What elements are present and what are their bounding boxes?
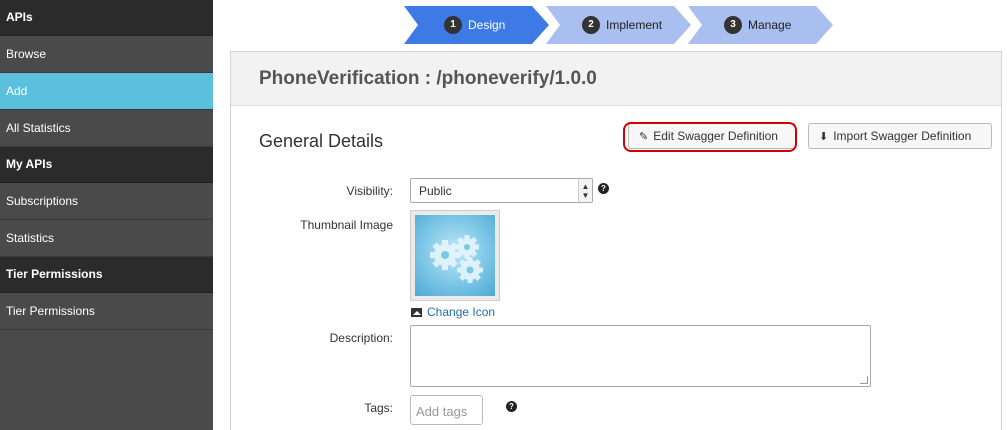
visibility-value: Public — [419, 184, 452, 198]
description-textarea[interactable] — [410, 325, 871, 387]
resize-grip-icon[interactable] — [860, 376, 868, 384]
section-title: General Details — [259, 131, 384, 151]
panel-header: PhoneVerification : /phoneverify/1.0.0 — [231, 52, 1001, 106]
change-icon-link[interactable]: Change Icon — [411, 305, 495, 319]
tags-help-icon[interactable]: ? — [506, 401, 517, 412]
sidebar-item-add[interactable]: Add — [0, 73, 213, 110]
step-design-number: 1 — [444, 16, 462, 34]
main-content: 1 Design 2 Implement 3 Manage PhoneVerif… — [213, 0, 1007, 430]
import-swagger-button[interactable]: ⬇ Import Swagger Definition — [808, 123, 992, 149]
api-panel: PhoneVerification : /phoneverify/1.0.0 G… — [230, 51, 1002, 430]
change-icon-label: Change Icon — [427, 305, 496, 319]
sidebar-heading-apis: APIs — [0, 0, 213, 36]
sidebar-item-browse[interactable]: Browse — [0, 36, 213, 73]
sidebar-item-subscriptions[interactable]: Subscriptions — [0, 183, 213, 220]
wizard-steps: 1 Design 2 Implement 3 Manage — [404, 6, 834, 44]
download-icon: ⬇ — [819, 130, 829, 143]
gears-icon — [415, 215, 495, 296]
step-implement-number: 2 — [582, 16, 600, 34]
sidebar-item-tier-permissions[interactable]: Tier Permissions — [0, 293, 213, 330]
step-manage[interactable]: 3 Manage — [688, 6, 833, 44]
visibility-help-icon[interactable]: ? — [598, 183, 609, 194]
page-title: PhoneVerification : /phoneverify/1.0.0 — [259, 68, 597, 89]
select-arrow-icon: ▲ ▼ — [578, 179, 592, 202]
import-swagger-label: Import Swagger Definition — [833, 129, 972, 143]
sidebar-item-all-statistics[interactable]: All Statistics — [0, 110, 213, 147]
edit-swagger-label: Edit Swagger Definition — [653, 129, 778, 143]
step-manage-number: 3 — [724, 16, 742, 34]
image-icon — [411, 307, 422, 317]
step-design-label: Design — [468, 18, 506, 32]
tags-input[interactable]: Add tags — [410, 395, 483, 425]
sidebar: APIs Browse Add All Statistics My APIs S… — [0, 0, 213, 430]
step-design[interactable]: 1 Design — [404, 6, 549, 44]
edit-icon: ✎ — [639, 130, 649, 143]
sidebar-heading-my-apis: My APIs — [0, 147, 213, 183]
thumbnail-label: Thumbnail Image — [300, 218, 393, 232]
thumbnail-image — [410, 210, 500, 301]
visibility-select[interactable]: Public ▲ ▼ — [410, 178, 593, 203]
step-implement-label: Implement — [606, 18, 663, 32]
step-implement[interactable]: 2 Implement — [546, 6, 691, 44]
sidebar-heading-tier-permissions: Tier Permissions — [0, 257, 213, 293]
tags-label: Tags: — [364, 401, 393, 415]
sidebar-item-statistics[interactable]: Statistics — [0, 220, 213, 257]
visibility-label: Visibility: — [346, 184, 393, 198]
edit-swagger-button[interactable]: ✎ Edit Swagger Definition — [628, 123, 796, 149]
step-manage-label: Manage — [748, 18, 792, 32]
description-label: Description: — [329, 331, 393, 345]
